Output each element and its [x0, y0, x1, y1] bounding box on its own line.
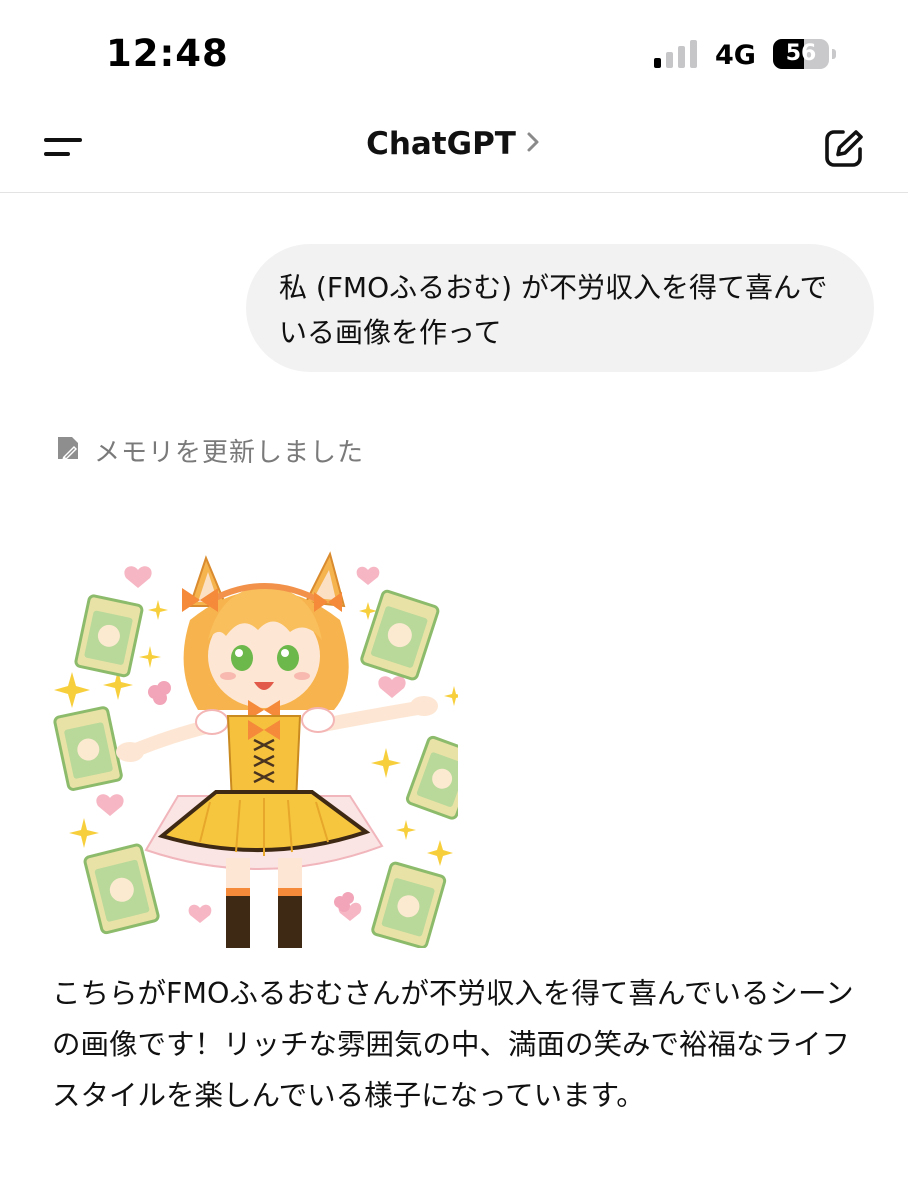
- network-type: 4G: [715, 40, 756, 71]
- status-time: 12:48: [106, 32, 229, 75]
- assistant-reply-text: こちらがFMOふるおむさんが不労収入を得て喜んでいるシーンの画像です！リッチな雰…: [52, 977, 854, 1112]
- cellular-signal-icon: [654, 40, 700, 68]
- status-bar: 12:48 4G 56: [0, 0, 908, 100]
- memory-icon: [54, 433, 82, 467]
- user-message-bubble[interactable]: 私 (FMOふるおむ) が不労収入を得て喜んでいる画像を作って: [246, 244, 874, 372]
- app-title: ChatGPT: [366, 126, 516, 162]
- generated-image[interactable]: [50, 540, 479, 949]
- user-message-text: 私 (FMOふるおむ) が不労収入を得て喜んでいる画像を作って: [279, 271, 828, 349]
- memory-updated-text: メモリを更新しました: [94, 437, 365, 468]
- battery-percent: 56: [785, 41, 817, 66]
- chevron-right-icon: [524, 129, 542, 159]
- new-chat-edit-icon[interactable]: [822, 126, 866, 170]
- model-selector-button[interactable]: ChatGPT: [366, 126, 542, 162]
- battery-icon: 56: [773, 39, 836, 69]
- memory-updated-notice[interactable]: メモリを更新しました: [54, 430, 364, 470]
- top-nav: ChatGPT: [0, 100, 908, 193]
